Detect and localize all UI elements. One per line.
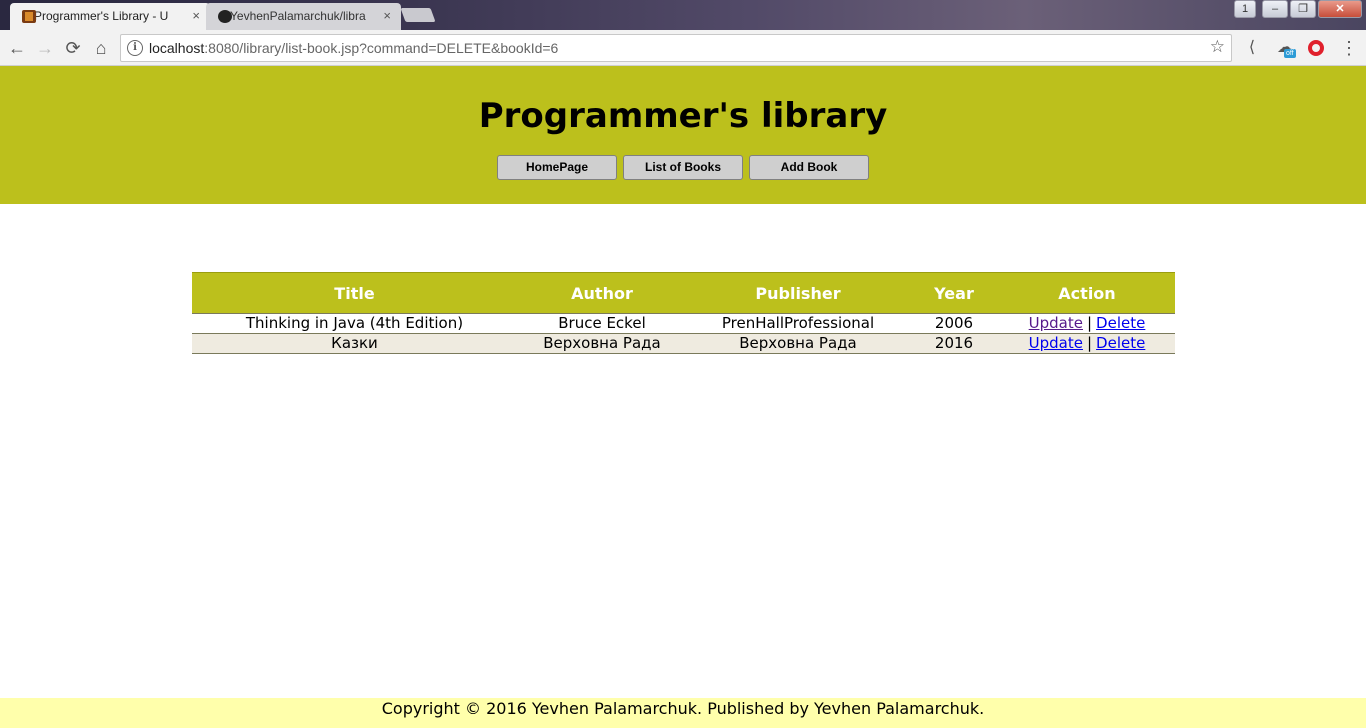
github-favicon-icon — [218, 10, 232, 23]
table-row: Казки Верховна Рада Верховна Рада 2016 U… — [192, 333, 1175, 354]
books-table: Title Author Publisher Year Action Think… — [192, 272, 1175, 354]
cell-title: Казки — [192, 333, 517, 354]
update-link[interactable]: Update — [1029, 334, 1083, 352]
extension-off-icon[interactable]: ☁ off — [1274, 37, 1296, 59]
list-of-books-button[interactable]: List of Books — [623, 155, 743, 180]
reload-icon[interactable]: ⟳ — [62, 37, 84, 59]
page-title: Programmer's library — [478, 96, 888, 136]
table-row: Thinking in Java (4th Edition) Bruce Eck… — [192, 313, 1175, 334]
homepage-button[interactable]: HomePage — [497, 155, 617, 180]
site-nav: HomePage List of Books Add Book — [497, 155, 869, 180]
tab-programmers-library[interactable]: Programmer's Library - U × — [10, 3, 210, 30]
column-header-author: Author — [517, 272, 687, 314]
site-footer: Copyright © 2016 Yevhen Palamarchuk. Pub… — [0, 698, 1366, 728]
tab-github-repo[interactable]: YevhenPalamarchuk/libra × — [206, 3, 401, 30]
delete-link[interactable]: Delete — [1096, 314, 1145, 332]
cell-action: Update | Delete — [999, 333, 1175, 354]
action-separator: | — [1086, 334, 1093, 352]
browser-toolbar: ← → ⟳ ⌂ i localhost:8080/library/list-bo… — [0, 30, 1366, 66]
table-header-row: Title Author Publisher Year Action — [192, 272, 1175, 314]
address-url[interactable]: localhost:8080/library/list-book.jsp?com… — [149, 35, 558, 61]
bookmark-star-icon[interactable]: ☆ — [1210, 37, 1225, 57]
column-header-year: Year — [909, 272, 999, 314]
address-bar[interactable]: i localhost:8080/library/list-book.jsp?c… — [120, 34, 1232, 62]
minimize-button[interactable]: – — [1262, 0, 1288, 18]
cell-publisher: Верховна Рада — [687, 333, 909, 354]
tab-close-icon[interactable]: × — [383, 3, 391, 29]
add-book-button[interactable]: Add Book — [749, 155, 869, 180]
home-icon[interactable]: ⌂ — [90, 37, 112, 59]
url-path: :8080/library/list-book.jsp?command=DELE… — [204, 40, 559, 56]
site-header: Programmer's library HomePage List of Bo… — [0, 66, 1366, 204]
column-header-publisher: Publisher — [687, 272, 909, 314]
opera-icon[interactable] — [1306, 37, 1326, 59]
cell-title: Thinking in Java (4th Edition) — [192, 313, 517, 334]
cell-author: Верховна Рада — [517, 333, 687, 354]
user-profile-button[interactable]: 1 — [1234, 0, 1256, 18]
extension-icon[interactable]: ⟨ — [1244, 37, 1260, 59]
tab-title: Programmer's Library - U — [34, 9, 169, 23]
action-separator: | — [1086, 314, 1093, 332]
update-link[interactable]: Update — [1029, 314, 1083, 332]
off-badge: off — [1284, 49, 1296, 58]
forward-arrow-icon[interactable]: → — [34, 37, 56, 59]
cell-author: Bruce Eckel — [517, 313, 687, 334]
browser-tab-strip: Programmer's Library - U × YevhenPalamar… — [0, 0, 1366, 30]
new-tab-button[interactable] — [400, 8, 436, 22]
delete-link[interactable]: Delete — [1096, 334, 1145, 352]
browser-menu-icon[interactable]: ⋮ — [1340, 37, 1358, 59]
back-arrow-icon[interactable]: ← — [6, 37, 28, 59]
url-host: localhost — [149, 40, 205, 56]
cell-action: Update | Delete — [999, 313, 1175, 334]
maximize-button[interactable]: ❐ — [1290, 0, 1316, 18]
cell-year: 2006 — [909, 313, 999, 334]
column-header-action: Action — [999, 272, 1175, 314]
library-favicon-icon — [22, 10, 36, 23]
tab-title: YevhenPalamarchuk/libra — [230, 9, 366, 23]
close-window-button[interactable]: ✕ — [1318, 0, 1362, 18]
site-info-icon[interactable]: i — [127, 40, 143, 56]
window-controls: 1 – ❐ ✕ — [1234, 0, 1362, 20]
tab-close-icon[interactable]: × — [192, 3, 200, 29]
column-header-title: Title — [192, 272, 517, 314]
cell-year: 2016 — [909, 333, 999, 354]
cell-publisher: PrenHallProfessional — [687, 313, 909, 334]
